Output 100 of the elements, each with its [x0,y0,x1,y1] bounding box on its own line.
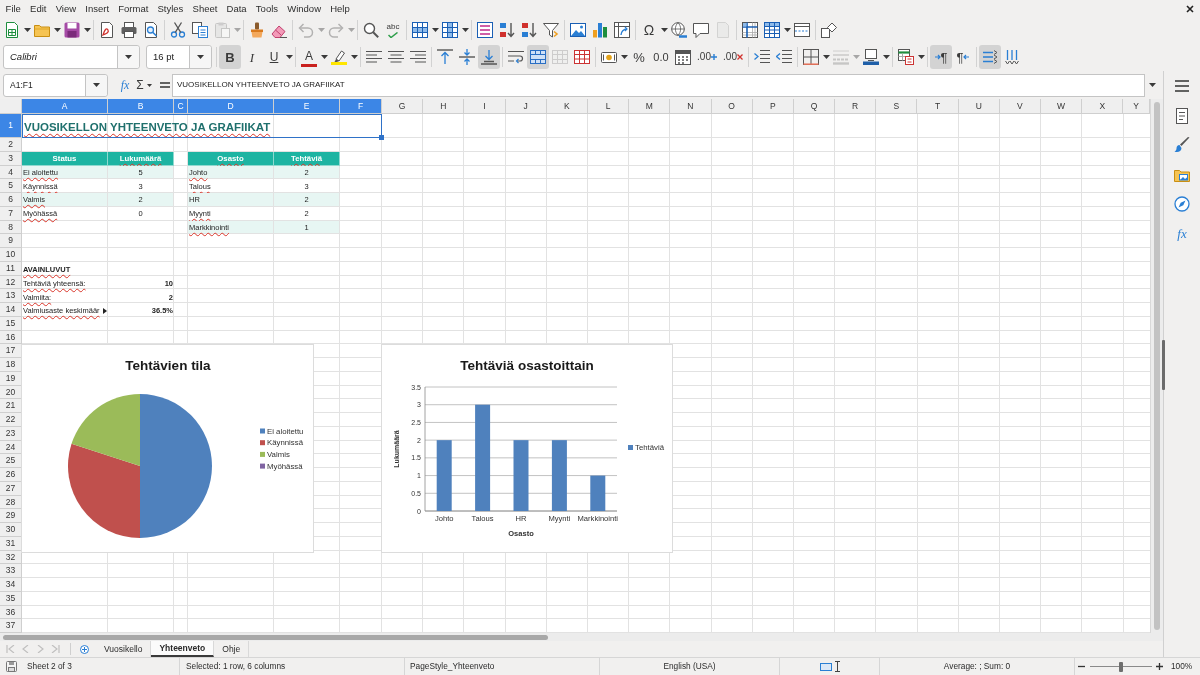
number-format-button[interactable]: 0.0 [650,45,672,69]
scissors-icon[interactable] [170,22,186,38]
bar-chart-icon[interactable] [592,22,608,38]
menu-item[interactable]: Data [222,2,252,15]
row-header[interactable]: 34 [0,578,22,592]
caret-icon[interactable] [285,55,293,59]
column-header[interactable]: U [958,99,1000,114]
row-header[interactable]: 2 [0,138,22,152]
underline-button[interactable]: U [263,45,285,69]
name-box-field[interactable]: A1:F1 [3,73,108,97]
column-header[interactable]: A [22,99,108,114]
caret-icon[interactable] [1149,83,1156,87]
image-icon[interactable] [570,22,586,38]
slider-thumb[interactable] [1119,661,1123,672]
minus-icon[interactable] [1078,663,1085,670]
conditional-format-icon[interactable] [898,49,914,65]
column-header[interactable]: P [752,99,794,114]
border-color-icon[interactable] [863,49,879,65]
menu-item[interactable]: Styles [152,2,188,15]
formula-input-field[interactable]: VUOSIKELLON YHTEENVETO JA GRAFIIKAT [172,73,1145,97]
table-column-icon[interactable] [442,22,458,38]
sort-descending-icon[interactable] [521,22,537,38]
menu-item[interactable]: Help [325,2,355,15]
row-header[interactable]: 17 [0,344,22,358]
spelling-button[interactable]: abc [382,18,404,42]
document-icon[interactable] [1174,107,1190,124]
resize-handle[interactable] [1162,340,1165,390]
column-header[interactable]: E [274,99,340,114]
column-header[interactable]: T [917,99,959,114]
fill-handle[interactable] [379,135,384,140]
caret-icon[interactable] [620,55,628,59]
row-header[interactable]: 25 [0,454,22,468]
column-header[interactable]: W [1041,99,1083,114]
row-header[interactable]: 10 [0,248,22,262]
compass-icon[interactable] [1174,196,1190,212]
caret-icon[interactable] [83,28,91,32]
row-header[interactable]: 37 [0,619,22,633]
column-header[interactable]: R [835,99,877,114]
column-header[interactable]: Q [793,99,836,114]
table-icon[interactable] [764,22,780,38]
new-spreadsheet-icon[interactable] [4,22,20,38]
left-to-right-button[interactable]: ¶ [930,45,952,69]
row-header[interactable]: 21 [0,399,22,413]
window-split-icon[interactable] [794,22,810,38]
scrollbar-thumb[interactable] [1154,102,1160,630]
special-character-button[interactable]: Ω [638,18,660,42]
filter-icon[interactable] [543,22,559,38]
column-header[interactable]: D [188,99,274,114]
table-grid-icon[interactable] [574,49,590,65]
search-icon[interactable] [363,22,379,38]
banknote-icon[interactable] [601,49,617,65]
column-header[interactable]: L [587,99,630,114]
sheet-tab[interactable]: Yhteenveto [151,641,215,657]
row-header[interactable]: 22 [0,413,22,427]
sort-icon[interactable] [477,22,493,38]
menu-item[interactable]: Edit [25,2,52,15]
close-icon[interactable] [1186,4,1194,13]
caret-icon[interactable] [882,55,890,59]
add-decimal-button[interactable]: .00 [694,45,720,69]
sort-ascending-icon[interactable] [499,22,515,38]
caret-icon[interactable] [320,55,328,59]
column-header[interactable]: I [464,99,506,114]
column-header[interactable]: M [629,99,671,114]
column-header[interactable]: N [670,99,712,114]
menu-item[interactable]: Insert [80,2,114,15]
caret-icon[interactable] [431,28,439,32]
text-cursor-icon[interactable] [834,661,840,672]
menu-item[interactable]: Window [282,2,326,15]
font-color-button[interactable]: A [301,47,317,67]
caret-icon[interactable] [822,55,830,59]
freeze-panes-icon[interactable] [742,22,758,38]
print-preview-icon[interactable] [143,22,159,38]
column-header[interactable]: B [108,99,174,114]
row-header[interactable]: 6 [0,193,22,207]
caret-icon[interactable] [660,28,668,32]
italic-button[interactable]: I [241,45,263,69]
copy-icon[interactable] [192,22,208,38]
row-header[interactable]: 14 [0,303,22,317]
column-header[interactable]: G [382,99,424,114]
horizontal-scrollbar[interactable] [0,633,1163,641]
table-row-icon[interactable] [412,22,428,38]
column-header[interactable]: C [174,99,188,114]
caret-icon[interactable] [147,83,152,87]
sum-button[interactable]: Σ [134,73,146,97]
highlighter-icon[interactable] [331,49,347,65]
caret-icon[interactable] [783,28,791,32]
row-header[interactable]: 29 [0,509,22,523]
equals-icon[interactable] [160,82,170,88]
delete-decimal-button[interactable]: .00 [720,45,746,69]
paintbrush-icon[interactable] [249,22,265,38]
caret-icon[interactable] [461,28,469,32]
functions-button[interactable]: fx [1173,225,1191,242]
caret-icon[interactable] [197,55,204,59]
font-size-field[interactable]: 16 pt [146,45,212,69]
caret-icon[interactable] [93,83,100,87]
indent-icon[interactable] [754,49,770,65]
menu-item[interactable]: Tools [251,2,283,15]
menu-item[interactable]: Format [113,2,153,15]
row-header[interactable]: 5 [0,179,22,193]
percent-format-button[interactable]: % [628,45,650,69]
